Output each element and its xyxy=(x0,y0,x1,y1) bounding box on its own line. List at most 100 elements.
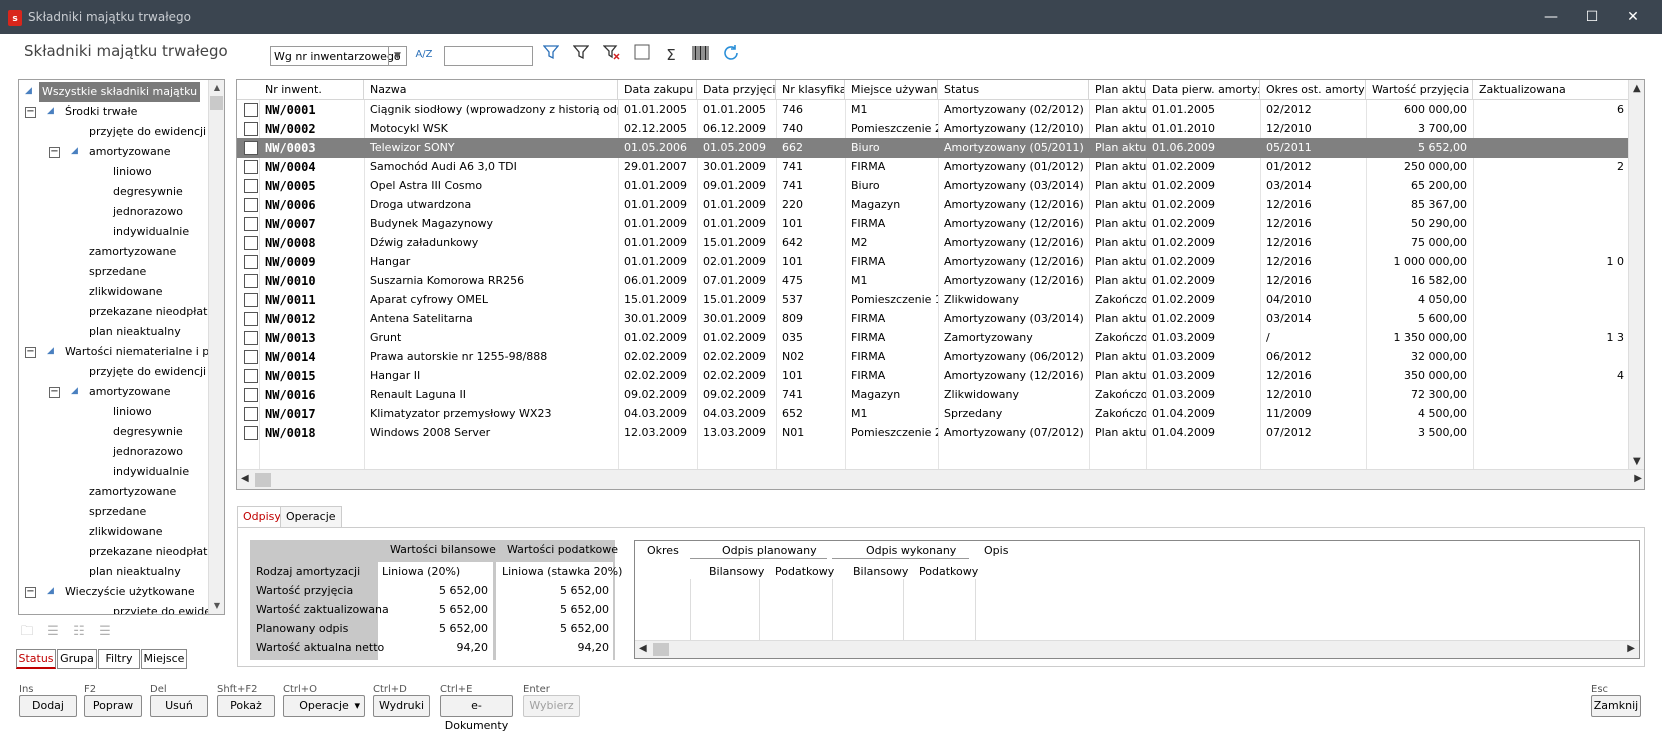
popraw-button[interactable]: Popraw xyxy=(84,695,142,717)
tree-item[interactable]: jednorazowo xyxy=(19,442,209,462)
table-row[interactable]: NW/0012 Antena Satelitarna 30.01.2009 30.01… xyxy=(237,309,1630,329)
sort-az-icon[interactable]: A/Z xyxy=(413,44,435,66)
column-header[interactable]: Data przyjęcia xyxy=(697,80,776,100)
tree-item[interactable]: zamortyzowane xyxy=(19,482,209,502)
expanded-arrow-icon[interactable]: ◢ xyxy=(71,386,78,396)
operacje-button[interactable]: Operacje ▾ xyxy=(283,695,365,717)
row-checkbox[interactable] xyxy=(244,274,258,288)
tree-item[interactable]: plan nieaktualny xyxy=(19,562,209,582)
row-checkbox[interactable] xyxy=(244,426,258,440)
tree-item[interactable]: degresywnie xyxy=(19,422,209,442)
row-checkbox[interactable] xyxy=(244,255,258,269)
collapse-toggle-icon[interactable]: − xyxy=(25,107,36,118)
tree-indent-icon[interactable]: ☰ xyxy=(44,623,62,641)
tree-item[interactable]: indywidualnie xyxy=(19,222,209,242)
collapse-toggle-icon[interactable]: − xyxy=(49,387,60,398)
chevron-up-icon[interactable]: ▲ xyxy=(1633,83,1641,94)
table-row[interactable]: NW/0010 Suszarnia Komorowa RR256 06.01.200… xyxy=(237,271,1630,291)
collapse-toggle-icon[interactable]: − xyxy=(25,587,36,598)
tree-item[interactable]: ◢ Wszystkie składniki majątku xyxy=(19,82,209,102)
row-checkbox[interactable] xyxy=(244,407,258,421)
chevron-down-icon[interactable]: ▼ xyxy=(1633,456,1641,467)
tree-item[interactable]: zlikwidowane xyxy=(19,522,209,542)
refresh-icon[interactable] xyxy=(720,44,742,66)
table-row[interactable]: NW/0013 Grunt 01.02.2009 01.02.2009 035 FIRMA… xyxy=(237,328,1630,348)
sort-select[interactable]: Wg nr inwentarzowego ▼ xyxy=(270,46,407,66)
table-row[interactable]: NW/0016 Renault Laguna II 09.02.2009 09.02.… xyxy=(237,385,1630,405)
tree-expand-icon[interactable]: ☷ xyxy=(70,623,88,641)
wydruki-button[interactable]: Wydruki xyxy=(373,695,430,717)
tree-item[interactable]: liniowo xyxy=(19,162,209,182)
table-row[interactable]: NW/0006 Droga utwardzona 01.01.2009 01.01.2… xyxy=(237,195,1630,215)
tree-item[interactable]: przekazane nieodpłatnie xyxy=(19,302,224,322)
filter-clear-icon[interactable] xyxy=(601,44,623,66)
tree-item[interactable]: przekazane nieodpłatnie xyxy=(19,542,224,562)
collapse-toggle-icon[interactable]: − xyxy=(25,347,36,358)
row-checkbox[interactable] xyxy=(244,160,258,174)
grid-horizontal-scrollbar[interactable]: ◀ ▶ xyxy=(237,469,1644,489)
tree-item[interactable]: − ◢ Wieczyście użytkowane xyxy=(19,582,209,602)
table-row[interactable]: NW/0018 Windows 2008 Server 12.03.2009 13.0… xyxy=(237,423,1630,443)
tree-item[interactable]: sprzedane xyxy=(19,502,209,522)
tree-item[interactable]: zamortyzowane xyxy=(19,242,209,262)
tree-item[interactable]: − ◢ amortyzowane xyxy=(19,382,209,402)
row-checkbox[interactable] xyxy=(244,122,258,136)
table-row[interactable]: NW/0007 Budynek Magazynowy 01.01.2009 01.01… xyxy=(237,214,1630,234)
odpisy-table[interactable]: Okres Odpis planowany Odpis wykonany Opi… xyxy=(634,540,1640,659)
column-header[interactable]: Nr klasyfikac xyxy=(776,80,845,100)
column-header[interactable]: Okres ost. amortyzacji xyxy=(1260,80,1366,100)
expanded-arrow-icon[interactable]: ◢ xyxy=(47,586,54,596)
table-row[interactable]: NW/0011 Aparat cyfrowy OMEL 15.01.2009 15.0… xyxy=(237,290,1630,310)
table-row[interactable]: NW/0004 Samochód Audi A6 3,0 TDI 29.01.200… xyxy=(237,157,1630,177)
odpisy-hscroll-thumb[interactable] xyxy=(653,643,669,656)
expanded-arrow-icon[interactable]: ◢ xyxy=(47,346,54,356)
checkbox-toggle-icon[interactable] xyxy=(631,44,653,66)
tree-item[interactable]: indywidualnie xyxy=(19,462,209,482)
tree-item[interactable]: zlikwidowane xyxy=(19,282,209,302)
row-checkbox[interactable] xyxy=(244,236,258,250)
column-header[interactable]: Nazwa xyxy=(364,80,618,100)
tab-miejsce[interactable]: Miejsce xyxy=(141,649,187,669)
table-row[interactable]: NW/0015 Hangar II 02.02.2009 02.02.2009 101 F… xyxy=(237,366,1630,386)
row-checkbox[interactable] xyxy=(244,141,258,155)
tree-item[interactable]: plan nieaktualny xyxy=(19,322,209,342)
sum-icon[interactable]: Σ xyxy=(660,44,682,66)
tree-item[interactable]: − ◢ Wartości niematerialne i prawne xyxy=(19,342,224,362)
grid-hscroll-thumb[interactable] xyxy=(255,473,271,487)
maximize-button[interactable]: ☐ xyxy=(1569,0,1615,34)
column-header[interactable]: Wartość przyjęcia bilansowa xyxy=(1366,80,1473,100)
wybierz-button[interactable]: Wybierz xyxy=(523,695,580,717)
row-checkbox[interactable] xyxy=(244,179,258,193)
row-checkbox[interactable] xyxy=(244,293,258,307)
tab-grupa[interactable]: Grupa xyxy=(57,649,97,669)
row-checkbox[interactable] xyxy=(244,350,258,364)
row-checkbox[interactable] xyxy=(244,103,258,117)
row-checkbox[interactable] xyxy=(244,198,258,212)
tree-scrollbar[interactable]: ▲ ▼ xyxy=(208,80,224,614)
tree-scrollbar-thumb[interactable] xyxy=(210,96,223,110)
expanded-arrow-icon[interactable]: ◢ xyxy=(71,146,78,156)
column-header[interactable]: Nr inwent. xyxy=(259,80,364,100)
tree-item[interactable]: liniowo xyxy=(19,402,209,422)
tab-filtry[interactable]: Filtry xyxy=(98,649,140,669)
tree-collapse-icon[interactable]: ☰ xyxy=(96,623,114,641)
folder-icon[interactable]: 🗀 xyxy=(18,623,36,641)
tab-status[interactable]: Status xyxy=(16,649,56,669)
usuń-button[interactable]: Usuń xyxy=(150,695,208,717)
expanded-arrow-icon[interactable]: ◢ xyxy=(47,106,54,116)
chevron-right-icon[interactable]: ▶ xyxy=(1634,473,1642,484)
tree-item[interactable]: degresywnie xyxy=(19,182,209,202)
row-checkbox[interactable] xyxy=(244,331,258,345)
column-header[interactable]: Plan aktual xyxy=(1089,80,1146,100)
tree-item[interactable]: przyjęte do ewidencji xyxy=(19,602,224,614)
chevron-left-icon[interactable]: ◀ xyxy=(639,643,647,654)
tree-item[interactable]: przyjęte do ewidencji xyxy=(19,122,209,142)
assets-grid[interactable]: Nr inwent. Nazwa Data zakupu Data przyjęcia… xyxy=(236,79,1645,490)
category-tree[interactable]: ◢ Wszystkie składniki majątku − ◢ Środki trw… xyxy=(18,79,225,615)
pokaż-button[interactable]: Pokaż xyxy=(217,695,275,717)
table-row[interactable]: NW/0008 Dźwig załadunkowy 01.01.2009 15.01.… xyxy=(237,233,1630,253)
table-row[interactable]: NW/0001 Ciągnik siodłowy (wprowadzony z h… xyxy=(237,100,1630,120)
minimize-button[interactable]: — xyxy=(1528,0,1574,34)
filter-active-icon[interactable] xyxy=(540,44,562,66)
column-header[interactable]: Data pierw. amortyzacji xyxy=(1146,80,1260,100)
